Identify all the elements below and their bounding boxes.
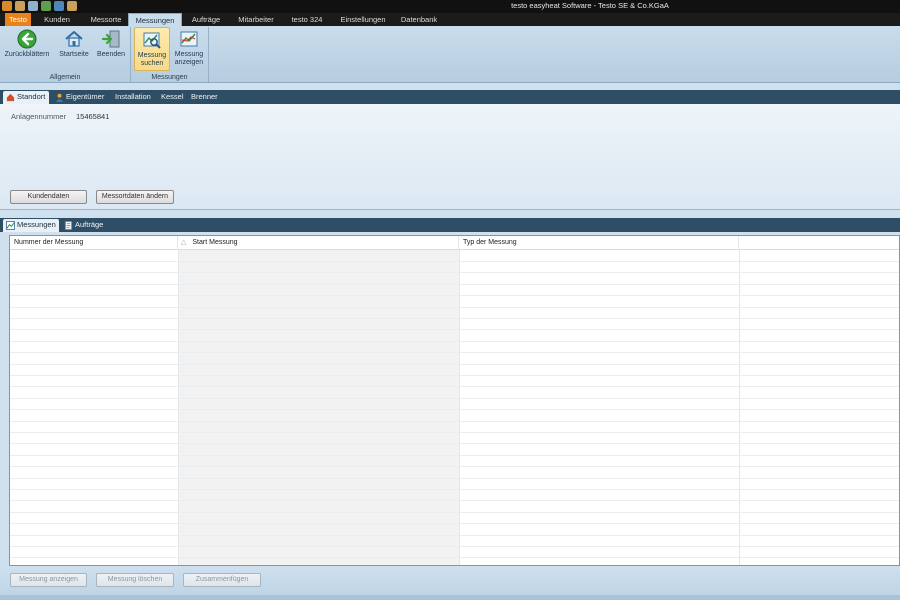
sorted-column-shade — [178, 250, 459, 565]
owner-icon — [55, 93, 64, 102]
group-allgemein: Zurückblättern Startseite Beenden Allgem… — [0, 27, 131, 82]
table-row-separator — [10, 443, 899, 445]
measurements-tab-strip: Messungen Aufträge — [0, 218, 900, 232]
table-row-separator — [10, 523, 899, 525]
tab-datenbank[interactable]: Datenbank — [397, 13, 441, 26]
search-measurement-button[interactable]: Messung suchen — [134, 27, 170, 71]
window-title: testo easyheat Software - Testo SE & Co.… — [511, 1, 669, 10]
search-measurement-label-2: suchen — [140, 60, 164, 67]
table-row-separator — [10, 386, 899, 388]
table-row-separator — [10, 352, 899, 354]
table-row-separator — [10, 511, 899, 513]
delete-measurement-button[interactable]: Messung löschen — [96, 573, 174, 587]
tab-testo-324[interactable]: testo 324 — [287, 13, 327, 26]
table-row-separator — [10, 283, 899, 285]
show-measurement-label-1: Messung — [174, 51, 204, 58]
table-row-separator — [10, 420, 899, 422]
measurement-chart-icon — [6, 221, 15, 230]
table-row-separator — [10, 329, 899, 331]
table-row-separator — [10, 546, 899, 547]
home-icon — [65, 31, 83, 47]
edit-site-data-button[interactable]: Messortdaten ändern — [96, 190, 174, 204]
table-row-separator — [10, 375, 899, 376]
table-row-separator — [10, 363, 899, 365]
ribbon: Zurückblättern Startseite Beenden Allgem… — [0, 26, 900, 83]
ribbon-tab-bar: Testo Kunden Messorte Messungen Aufträge… — [0, 13, 900, 26]
tab-kunden[interactable]: Kunden — [37, 13, 77, 26]
table-row-separator — [10, 272, 899, 274]
column-divider — [178, 250, 179, 565]
tab-standort[interactable]: Standort — [3, 91, 49, 104]
tab-installation[interactable]: Installation — [101, 91, 153, 104]
search-measurement-label-1: Messung — [137, 52, 167, 59]
show-measurement-button[interactable]: Messung anzeigen — [172, 27, 206, 71]
tab-auftraege-list-label: Aufträge — [75, 220, 104, 229]
back-button[interactable]: Zurückblättern — [2, 27, 52, 71]
table-row-separator — [10, 489, 899, 490]
table-row-separator — [10, 466, 899, 468]
table-row-separator — [10, 306, 899, 308]
title-bar: testo easyheat Software - Testo SE & Co.… — [0, 0, 900, 13]
table-row-separator — [10, 318, 899, 319]
table-header: Nummer der Messung △ Start Messung Typ de… — [10, 236, 899, 250]
plant-number-label: Anlagennummer — [11, 112, 67, 121]
table-row-separator — [10, 557, 899, 559]
tab-testo-app-menu[interactable]: Testo — [5, 13, 31, 26]
tab-installation-label: Installation — [115, 92, 151, 101]
tab-mitarbeiter[interactable]: Mitarbeiter — [233, 13, 279, 26]
tab-messorte[interactable]: Messorte — [84, 13, 128, 26]
tab-eigentuemer-label: Eigentümer — [66, 92, 105, 101]
merge-measurements-button[interactable]: Zusammenfügen — [183, 573, 261, 587]
customer-data-button[interactable]: Kundendaten — [10, 190, 87, 204]
table-row-separator — [10, 500, 899, 502]
column-header-type[interactable]: Typ der Messung — [459, 236, 739, 250]
table-row-separator — [10, 454, 899, 456]
tab-standort-label: Standort — [17, 92, 46, 101]
column-header-start[interactable]: △ Start Messung — [178, 236, 459, 250]
measurement-search-icon — [143, 32, 161, 49]
status-strip — [0, 595, 900, 600]
table-row-separator — [10, 432, 899, 433]
table-row-separator — [10, 295, 899, 297]
column-divider — [459, 250, 460, 565]
location-icon — [6, 93, 15, 102]
tab-messungen-list-label: Messungen — [17, 220, 56, 229]
show-measurement-bottom-button[interactable]: Messung anzeigen — [10, 573, 87, 587]
back-button-label: Zurückblättern — [4, 51, 50, 58]
table-row-separator — [10, 340, 899, 342]
exit-door-icon — [101, 30, 120, 48]
column-header-start-label: Start Messung — [192, 239, 238, 246]
table-row-separator — [10, 261, 899, 262]
table-row-separator — [10, 409, 899, 411]
tab-einstellungen[interactable]: Einstellungen — [336, 13, 390, 26]
group-allgemein-label: Allgemein — [49, 74, 81, 81]
tab-messungen-list[interactable]: Messungen — [3, 219, 59, 232]
tab-auftraege[interactable]: Aufträge — [186, 13, 226, 26]
tab-messungen[interactable]: Messungen — [128, 13, 182, 26]
exit-button[interactable]: Beenden — [94, 27, 128, 71]
group-messungen: Messung suchen Messung anzeigen Messunge… — [131, 27, 209, 82]
arrow-left-icon — [17, 29, 37, 49]
home-button[interactable]: Startseite — [56, 27, 92, 71]
plant-number-value: 15465841 — [76, 112, 110, 121]
home-button-label: Startseite — [59, 51, 89, 58]
measurement-chart-icon — [180, 31, 198, 47]
show-measurement-label-2: anzeigen — [174, 59, 204, 66]
column-header-number[interactable]: Nummer der Messung — [10, 236, 178, 250]
tab-brenner-label: Brenner — [191, 92, 218, 101]
exit-button-label: Beenden — [96, 51, 126, 58]
document-icon — [64, 221, 73, 230]
site-details-panel: Anlagennummer 15465841 Kundendaten Messo… — [0, 104, 900, 210]
sort-ascending-icon: △ — [181, 239, 187, 246]
tab-brenner[interactable]: Brenner — [177, 91, 219, 104]
column-divider — [739, 250, 740, 565]
tab-eigentuemer[interactable]: Eigentümer — [52, 91, 108, 104]
group-messungen-label: Messungen — [151, 74, 188, 81]
measurements-table[interactable]: Nummer der Messung △ Start Messung Typ de… — [9, 235, 900, 566]
table-row-separator — [10, 477, 899, 479]
table-row-separator — [10, 397, 899, 399]
site-tab-strip: Standort Eigentümer Installation Kessel … — [0, 90, 900, 104]
table-row-separator — [10, 534, 899, 536]
tab-auftraege-list[interactable]: Aufträge — [61, 219, 111, 232]
